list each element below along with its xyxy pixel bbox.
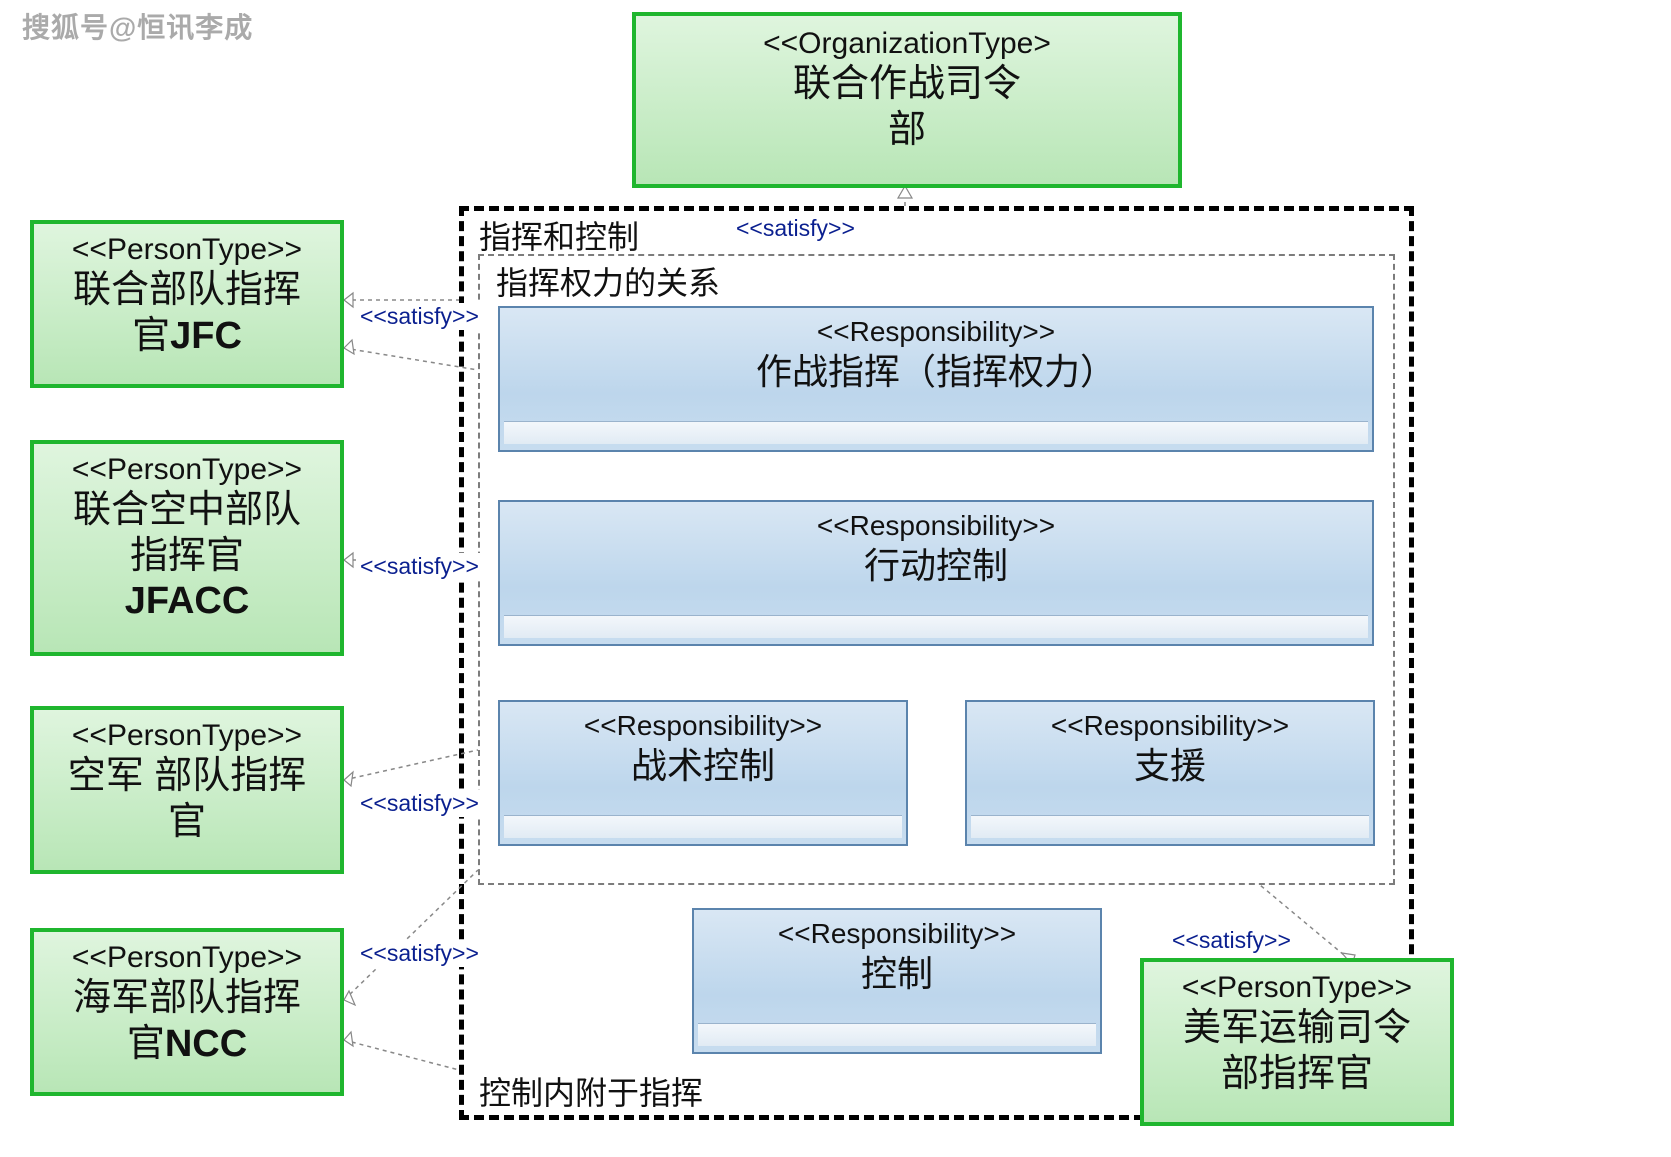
resp-stereotype: <<Responsibility>>	[500, 708, 906, 743]
person-stereotype: <<PersonType>>	[42, 232, 332, 268]
person-box-jfacc: <<PersonType>> 联合空中部队 指挥官 JFACC	[30, 440, 344, 656]
person-box-ncc: <<PersonType>> 海军部队指挥 官NCC	[30, 928, 344, 1096]
ncc-l1: 海军部队指挥	[42, 976, 332, 1022]
satisfy-ncc: <<satisfy>>	[358, 940, 481, 967]
watermark: 搜狐号@恒讯李成	[22, 6, 253, 46]
af-l1: 空军 部队指挥	[42, 754, 332, 800]
org-box-joint-ops: <<OrganizationType> 联合作战司令 部	[632, 12, 1182, 188]
resp3-title: 战术控制	[500, 743, 906, 788]
satisfy-top: <<satisfy>>	[734, 215, 857, 242]
jfacc-l1: 联合空中部队	[42, 488, 332, 534]
resp-separator	[504, 421, 1368, 444]
org-title-l2: 部	[644, 108, 1170, 154]
resp-separator	[971, 815, 1369, 838]
resp-separator	[698, 1023, 1096, 1046]
satisfy-af: <<satisfy>>	[358, 790, 481, 817]
resp-box-2: <<Responsibility>> 行动控制	[498, 500, 1374, 646]
resp-box-3: <<Responsibility>> 战术控制	[498, 700, 908, 846]
person-box-jfc: <<PersonType>> 联合部队指挥 官JFC	[30, 220, 344, 388]
resp5-title: 控制	[694, 951, 1100, 996]
outer-box-title: 指挥和控制	[475, 212, 643, 258]
transport-l1: 美军运输司令	[1152, 1006, 1442, 1052]
jfc-l2: 官JFC	[42, 314, 332, 360]
resp1-title: 作战指挥（指挥权力）	[500, 349, 1372, 394]
person-box-af: <<PersonType>> 空军 部队指挥 官	[30, 706, 344, 874]
person-stereotype: <<PersonType>>	[42, 940, 332, 976]
resp-stereotype: <<Responsibility>>	[500, 314, 1372, 349]
jfacc-l3: JFACC	[42, 579, 332, 625]
person-stereotype: <<PersonType>>	[42, 452, 332, 488]
person-box-transport: <<PersonType>> 美军运输司令 部指挥官	[1140, 958, 1454, 1126]
resp-stereotype: <<Responsibility>>	[500, 508, 1372, 543]
outer-box-footer: 控制内附于指挥	[475, 1068, 707, 1114]
resp-box-1: <<Responsibility>> 作战指挥（指挥权力）	[498, 306, 1374, 452]
satisfy-jfacc: <<satisfy>>	[358, 553, 481, 580]
resp-stereotype: <<Responsibility>>	[967, 708, 1373, 743]
resp-separator	[504, 615, 1368, 638]
resp4-title: 支援	[967, 743, 1373, 788]
resp-stereotype: <<Responsibility>>	[694, 916, 1100, 951]
jfc-l1: 联合部队指挥	[42, 268, 332, 314]
jfacc-l2: 指挥官	[42, 534, 332, 580]
resp2-title: 行动控制	[500, 543, 1372, 588]
resp-separator	[504, 815, 902, 838]
satisfy-jfc: <<satisfy>>	[358, 303, 481, 330]
org-stereotype: <<OrganizationType>	[644, 26, 1170, 62]
satisfy-right: <<satisfy>>	[1170, 927, 1293, 954]
inner-box-title: 指挥权力的关系	[492, 258, 724, 304]
person-stereotype: <<PersonType>>	[42, 718, 332, 754]
transport-l2: 部指挥官	[1152, 1052, 1442, 1098]
resp-box-5: <<Responsibility>> 控制	[692, 908, 1102, 1054]
resp-box-4: <<Responsibility>> 支援	[965, 700, 1375, 846]
org-title-l1: 联合作战司令	[644, 62, 1170, 108]
person-stereotype: <<PersonType>>	[1152, 970, 1442, 1006]
ncc-l2: 官NCC	[42, 1022, 332, 1068]
af-l2: 官	[42, 800, 332, 846]
